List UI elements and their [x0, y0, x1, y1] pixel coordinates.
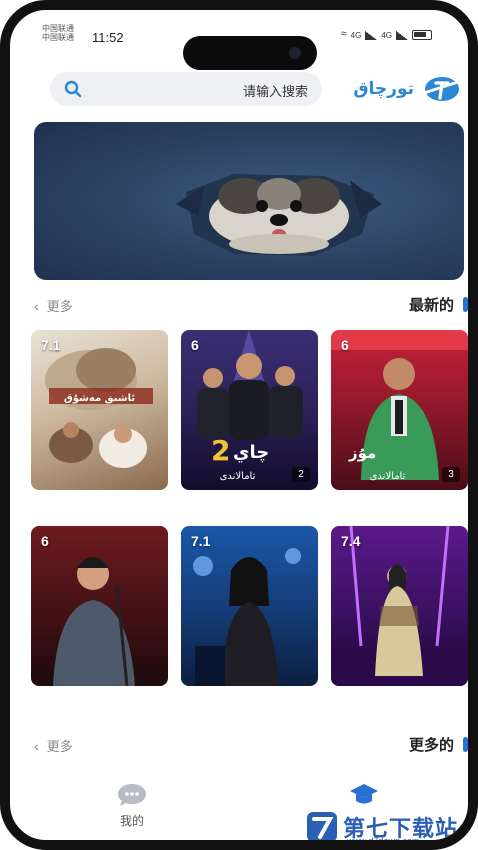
chevron-left-icon: ‹	[34, 297, 39, 314]
watermark: 第七下载站 www.d7down.com	[305, 810, 458, 846]
section-accent-bar	[463, 737, 468, 752]
poster-art	[193, 548, 301, 686]
movie-card[interactable]: 7.1 ئاشىق مەشۇق	[31, 330, 168, 490]
rating-badge: 6	[191, 337, 199, 353]
more-link-latest[interactable]: ‹ 更多	[34, 296, 73, 315]
rating-badge: 7.1	[191, 533, 211, 549]
section-title-more: 更多的	[408, 737, 454, 754]
movie-card[interactable]: 7.1	[181, 526, 318, 686]
watermark-logo-icon	[306, 812, 337, 840]
status-icons: ≈ 4G 4G	[341, 28, 432, 40]
search-input[interactable]: 请输入搜索	[243, 81, 308, 100]
poster-art	[45, 348, 153, 468]
signal-icon	[365, 31, 378, 40]
more-label: 更多	[46, 739, 73, 754]
rating-badge: 6	[341, 337, 349, 353]
section-header-more: ‹ 更多 更多的	[34, 734, 468, 756]
poster-subtitle: تامالاندى	[369, 471, 406, 482]
movie-card[interactable]: 6	[31, 526, 168, 686]
episode-count: 2	[292, 467, 310, 482]
movie-card[interactable]: 2 چاي 6 تامالاندى 2	[181, 330, 318, 490]
svg-text:2: 2	[211, 434, 230, 467]
watermark-url: www.d7down.com	[346, 836, 420, 846]
movie-card[interactable]: مۇز 6 تامالاندى 3	[331, 330, 468, 490]
svg-text:مۇز: مۇز	[348, 444, 376, 462]
battery-icon	[412, 30, 432, 40]
poster-art	[53, 557, 135, 686]
logo-mark-icon	[423, 77, 459, 101]
phone-frame: 中国联通 中国联通 11:52 ≈ 4G 4G 请输入搜索 تورچاق ‹ 更…	[0, 0, 478, 850]
chat-bubble-icon	[118, 784, 146, 806]
banner-carousel[interactable]	[34, 122, 464, 280]
poster-art	[331, 526, 468, 686]
movie-card[interactable]: 7.4	[331, 526, 468, 686]
episode-count: 3	[442, 467, 460, 482]
movie-grid-row-2: 6 7.1 7.4	[31, 526, 468, 686]
nav-label-me: 我的	[119, 814, 144, 828]
more-link-more[interactable]: ‹ 更多	[34, 736, 73, 755]
banner-dog-image	[176, 174, 382, 256]
logo-text: تورچاق	[353, 79, 414, 99]
rating-badge: 7.4	[341, 533, 361, 549]
camera-icon	[289, 47, 301, 59]
carrier-line-2: 中国联通	[42, 33, 74, 42]
signal-icon-2	[396, 31, 408, 40]
header: 请输入搜索 تورچاق	[50, 72, 460, 106]
section-title-latest: 最新的	[408, 297, 454, 314]
rating-badge: 6	[41, 533, 49, 549]
search-icon[interactable]	[64, 80, 82, 98]
app-logo: تورچاق	[353, 74, 460, 104]
poster-subtitle: تامالاندى	[219, 471, 256, 482]
nav-item-me[interactable]: 我的	[116, 782, 148, 829]
chevron-left-icon: ‹	[34, 737, 39, 754]
poster-art: مۇز	[331, 330, 468, 480]
nav-item-home[interactable]	[348, 782, 380, 808]
movie-grid-latest: 7.1 ئاشىق مەشۇق 2 چاي 6 تامالاندى 2 مۇز …	[31, 330, 468, 490]
more-label: 更多	[46, 299, 73, 314]
carrier-info: 中国联通 中国联通	[42, 24, 86, 42]
network-label-2: 4G	[381, 31, 392, 40]
poster-art: 2 چاي	[197, 330, 303, 467]
section-accent-bar	[463, 297, 468, 312]
wifi-icon: ≈	[340, 28, 347, 40]
clock: 11:52	[92, 30, 124, 45]
poster-title: ئاشىق مەشۇق	[63, 393, 136, 404]
camera-notch	[183, 36, 317, 70]
rating-badge: 7.1	[41, 337, 61, 353]
carrier-line-1: 中国联通	[42, 24, 74, 33]
network-label-1: 4G	[350, 31, 362, 40]
search-bar[interactable]: 请输入搜索	[50, 72, 322, 106]
home-cap-icon	[350, 784, 378, 804]
svg-text:چاي: چاي	[233, 442, 269, 463]
section-header-latest: ‹ 更多 最新的	[34, 294, 468, 316]
